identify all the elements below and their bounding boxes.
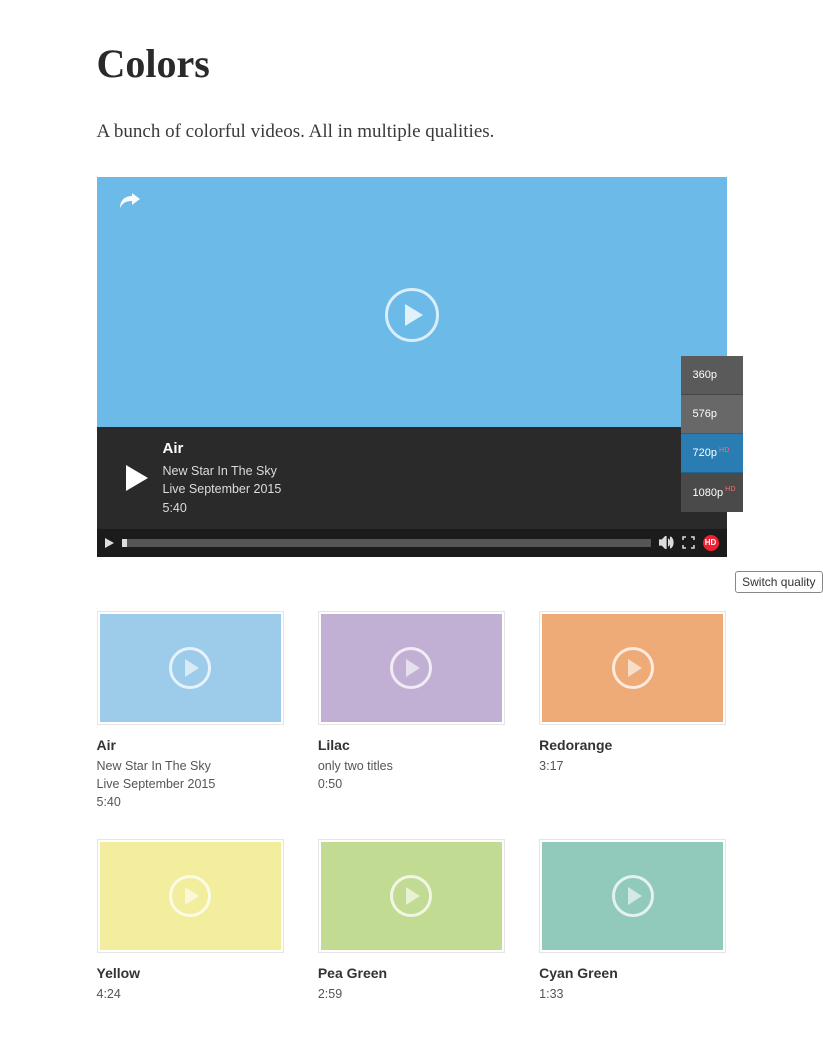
player-subtitle-2: Live September 2015 bbox=[163, 480, 282, 499]
video-thumbnail[interactable] bbox=[97, 611, 284, 725]
progress-bar[interactable] bbox=[122, 539, 651, 547]
video-duration: 5:40 bbox=[97, 793, 284, 811]
video-card[interactable]: Lilac only two titles0:50 bbox=[318, 611, 505, 811]
video-card[interactable]: Redorange 3:17 bbox=[539, 611, 726, 811]
quality-option-label: 360p bbox=[693, 369, 717, 381]
play-button[interactable] bbox=[117, 465, 157, 491]
video-title: Pea Green bbox=[318, 965, 505, 981]
video-title: Yellow bbox=[97, 965, 284, 981]
video-grid: Air New Star In The SkyLive September 201… bbox=[97, 611, 727, 1004]
player-subtitle-1: New Star In The Sky bbox=[163, 462, 282, 481]
thumbnail-surface bbox=[542, 842, 723, 950]
player-info-bar: Air New Star In The Sky Live September 2… bbox=[97, 427, 727, 529]
video-title: Lilac bbox=[318, 737, 505, 753]
video-duration: 3:17 bbox=[539, 757, 726, 775]
video-title: Cyan Green bbox=[539, 965, 726, 981]
play-icon bbox=[169, 875, 211, 917]
quality-option-360p[interactable]: 360p bbox=[681, 356, 743, 395]
controlbar-play-button[interactable] bbox=[105, 538, 114, 548]
video-thumbnail[interactable] bbox=[318, 839, 505, 953]
video-card[interactable]: Air New Star In The SkyLive September 201… bbox=[97, 611, 284, 811]
video-duration: 2:59 bbox=[318, 985, 505, 1003]
video-title: Air bbox=[97, 737, 284, 753]
thumbnail-surface bbox=[321, 614, 502, 722]
video-subtitle: Live September 2015 bbox=[97, 775, 284, 793]
quality-option-1080p[interactable]: 1080pHD bbox=[681, 473, 743, 512]
play-icon bbox=[390, 647, 432, 689]
thumbnail-surface bbox=[542, 614, 723, 722]
video-duration: 0:50 bbox=[318, 775, 505, 793]
quality-button[interactable]: HD bbox=[703, 535, 719, 551]
thumbnail-surface bbox=[100, 842, 281, 950]
player-title: Air bbox=[163, 438, 282, 461]
play-icon bbox=[612, 647, 654, 689]
hd-badge: HD bbox=[725, 486, 736, 493]
video-thumbnail[interactable] bbox=[539, 839, 726, 953]
video-thumbnail[interactable] bbox=[97, 839, 284, 953]
quality-menu: 360p576p720pHD1080pHD bbox=[681, 356, 743, 512]
play-icon bbox=[390, 875, 432, 917]
fullscreen-icon[interactable] bbox=[682, 536, 695, 549]
page-description: A bunch of colorful videos. All in multi… bbox=[97, 121, 727, 143]
play-icon bbox=[612, 875, 654, 917]
progress-played bbox=[122, 539, 127, 547]
quality-option-label: 576p bbox=[693, 408, 717, 420]
hd-badge-text: HD bbox=[705, 538, 717, 547]
video-card[interactable]: Cyan Green 1:33 bbox=[539, 839, 726, 1003]
quality-option-720p[interactable]: 720pHD bbox=[681, 434, 743, 473]
page-title: Colors bbox=[97, 40, 727, 87]
video-surface[interactable]: 360p576p720pHD1080pHD bbox=[97, 177, 727, 427]
video-player: 360p576p720pHD1080pHD Air New Star In Th… bbox=[97, 177, 727, 557]
video-subtitle: New Star In The Sky bbox=[97, 757, 284, 775]
video-thumbnail[interactable] bbox=[318, 611, 505, 725]
quality-option-576p[interactable]: 576p bbox=[681, 395, 743, 434]
volume-icon[interactable] bbox=[659, 536, 674, 549]
player-duration: 5:40 bbox=[163, 499, 282, 518]
video-duration: 4:24 bbox=[97, 985, 284, 1003]
play-overlay-button[interactable] bbox=[385, 288, 439, 342]
video-thumbnail[interactable] bbox=[539, 611, 726, 725]
play-icon bbox=[169, 647, 211, 689]
video-card[interactable]: Pea Green 2:59 bbox=[318, 839, 505, 1003]
video-subtitle: only two titles bbox=[318, 757, 505, 775]
quality-tooltip: Switch quality bbox=[735, 571, 822, 593]
thumbnail-surface bbox=[321, 842, 502, 950]
quality-option-label: 720p bbox=[693, 447, 717, 459]
video-card[interactable]: Yellow 4:24 bbox=[97, 839, 284, 1003]
quality-option-label: 1080p bbox=[693, 487, 724, 499]
video-title: Redorange bbox=[539, 737, 726, 753]
control-bar: HD bbox=[97, 529, 727, 557]
video-duration: 1:33 bbox=[539, 985, 726, 1003]
thumbnail-surface bbox=[100, 614, 281, 722]
share-icon[interactable] bbox=[119, 191, 141, 209]
hd-badge: HD bbox=[719, 447, 730, 454]
